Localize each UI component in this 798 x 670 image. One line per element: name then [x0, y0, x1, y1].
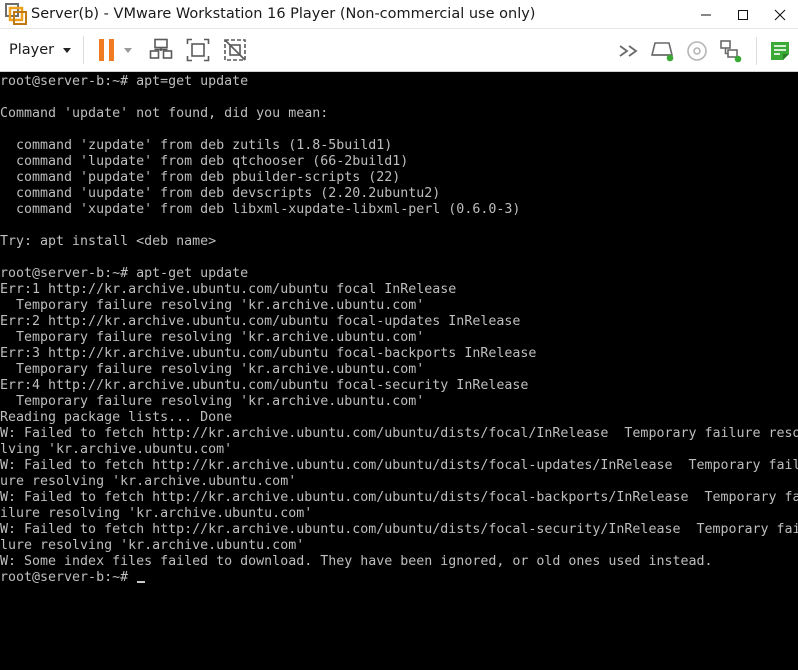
player-menu-label: Player	[9, 42, 55, 58]
terminal-line: command 'pupdate' from deb pbuilder-scri…	[0, 170, 401, 185]
network-icon	[720, 39, 742, 62]
pause-options-chevron-icon[interactable]	[124, 47, 133, 53]
terminal-line: Command 'update' not found, did you mean…	[0, 106, 329, 121]
window-title: Server(b) - VMware Workstation 16 Player…	[31, 6, 536, 22]
terminal-line: W: Some index files failed to download. …	[0, 554, 713, 569]
terminal-line: Reading package lists... Done	[0, 410, 233, 425]
cd-dvd-button[interactable]	[684, 35, 710, 67]
terminal-line: W: Failed to fetch http://kr.archive.ubu…	[0, 490, 798, 505]
terminal-line: command 'xupdate' from deb libxml-xupdat…	[0, 202, 521, 217]
terminal-line: W: Failed to fetch http://kr.archive.ubu…	[0, 458, 798, 473]
toolbar-divider-right	[756, 36, 757, 65]
terminal-line: Temporary failure resolving 'kr.archive.…	[0, 362, 425, 377]
minimize-button[interactable]	[687, 0, 724, 29]
pause-button[interactable]	[96, 34, 118, 66]
terminal-line: Try: apt install <deb name>	[0, 234, 217, 249]
message-icon	[771, 41, 789, 60]
device-toolbar	[616, 29, 798, 72]
unity-button[interactable]	[222, 34, 248, 66]
terminal-line: Err:4 http://kr.archive.ubuntu.com/ubunt…	[0, 378, 529, 393]
unity-icon	[224, 39, 246, 61]
close-button[interactable]	[761, 0, 798, 29]
hard-disk-button[interactable]	[650, 35, 676, 67]
terminal-prompt-line[interactable]: root@server-b:~#	[0, 570, 146, 586]
chevron-down-icon	[63, 47, 72, 53]
toolbar-divider	[83, 36, 85, 64]
terminal-line: command 'zupdate' from deb zutils (1.8-5…	[0, 138, 393, 153]
terminal-line: Temporary failure resolving 'kr.archive.…	[0, 330, 425, 345]
forward-button[interactable]	[616, 35, 642, 67]
terminal-line: lure resolving 'kr.archive.ubuntu.com'	[0, 538, 305, 553]
terminal-line: ilure resolving 'kr.archive.ubuntu.com'	[0, 506, 313, 521]
terminal-line: Err:2 http://kr.archive.ubuntu.com/ubunt…	[0, 314, 521, 329]
network-adapter-button[interactable]	[718, 35, 744, 67]
guest-console[interactable]: root@server-b:~# apt=get update Command …	[0, 72, 798, 670]
send-ctrl-alt-del-button[interactable]	[148, 34, 174, 66]
window-controls	[687, 0, 798, 29]
terminal-line: ure resolving 'kr.archive.ubuntu.com'	[0, 474, 297, 489]
terminal-line: root@server-b:~# apt-get update	[0, 266, 249, 281]
fit-guest-button[interactable]	[185, 34, 211, 66]
terminal-line: Temporary failure resolving 'kr.archive.…	[0, 394, 425, 409]
cd-icon	[687, 40, 707, 61]
message-log-button[interactable]	[767, 35, 793, 67]
pause-icon	[99, 39, 115, 61]
vmware-app-icon	[5, 3, 27, 25]
vm-toolbar: Player	[0, 29, 798, 72]
terminal-prompt: root@server-b:~#	[0, 570, 137, 585]
terminal-line: command 'lupdate' from deb qtchooser (66…	[0, 154, 409, 169]
hard-disk-icon	[651, 41, 674, 61]
player-menu-button[interactable]: Player	[9, 35, 72, 65]
maximize-button[interactable]	[724, 0, 761, 29]
forward-icon	[619, 44, 638, 57]
terminal-line: W: Failed to fetch http://kr.archive.ubu…	[0, 522, 798, 537]
terminal-line: W: Failed to fetch http://kr.archive.ubu…	[0, 426, 798, 441]
terminal-line: lving 'kr.archive.ubuntu.com'	[0, 442, 233, 457]
terminal-line: Temporary failure resolving 'kr.archive.…	[0, 298, 425, 313]
terminal-line: Err:1 http://kr.archive.ubuntu.com/ubunt…	[0, 282, 457, 297]
send-ctrl-alt-del-icon	[149, 38, 173, 59]
title-bar: Server(b) - VMware Workstation 16 Player…	[0, 0, 798, 29]
terminal-line: command 'uupdate' from deb devscripts (2…	[0, 186, 441, 201]
fit-guest-icon	[186, 38, 210, 62]
text-cursor	[137, 581, 146, 583]
terminal-line: root@server-b:~# apt=get update	[0, 74, 249, 89]
terminal-line: Err:3 http://kr.archive.ubuntu.com/ubunt…	[0, 346, 537, 361]
